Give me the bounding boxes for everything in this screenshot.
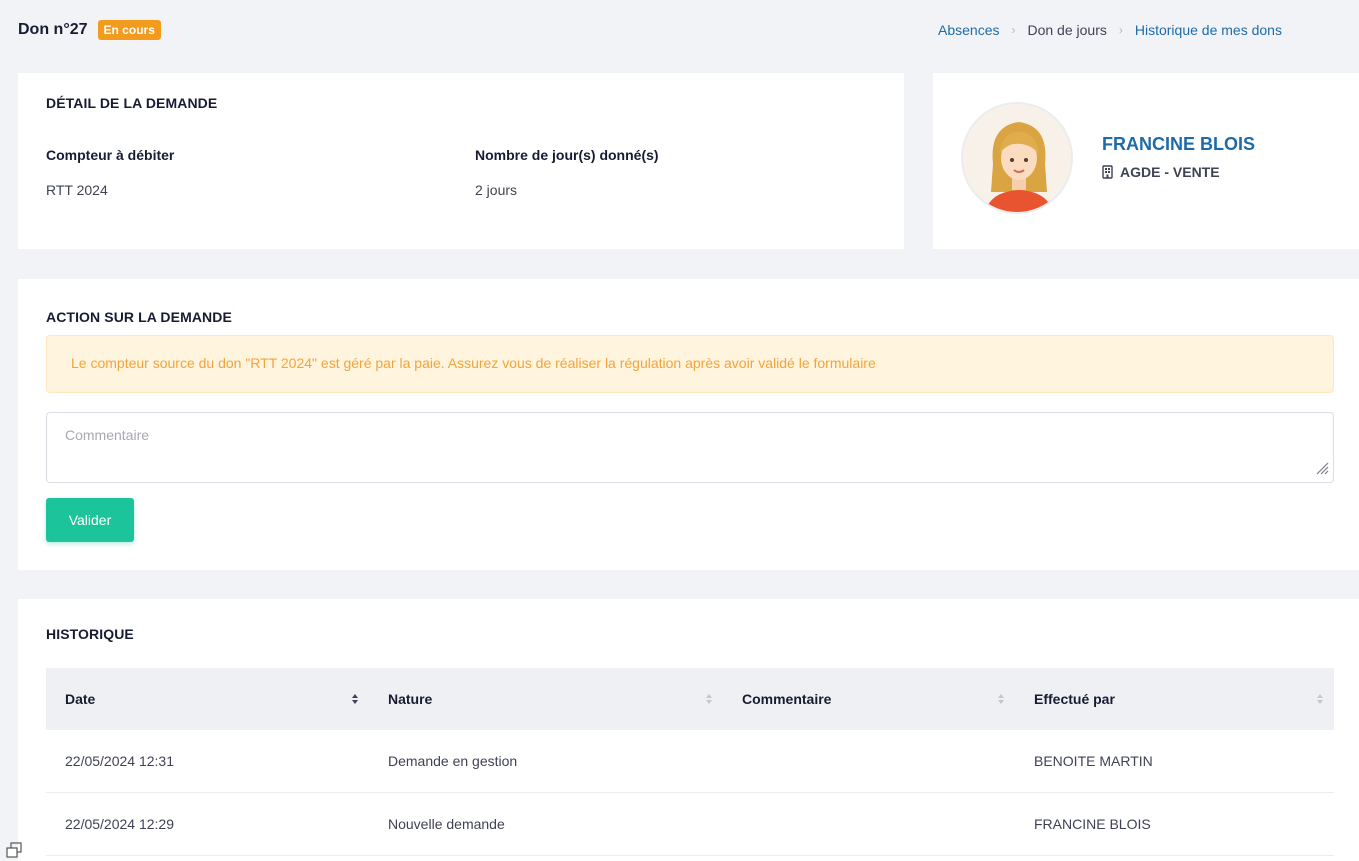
sort-icon [351, 692, 359, 708]
table-row: 22/05/2024 12:31 Demande en gestion BENO… [46, 730, 1334, 793]
avatar-illustration [963, 104, 1071, 212]
avatar [961, 102, 1073, 214]
column-header-label: Date [65, 691, 96, 707]
sort-icon [1316, 692, 1324, 708]
cell-date: 22/05/2024 12:31 [65, 753, 174, 769]
days-label: Nombre de jour(s) donné(s) [475, 147, 659, 163]
resize-handle-icon[interactable] [1313, 459, 1329, 478]
column-header-date[interactable]: Date [46, 668, 369, 730]
column-header-label: Commentaire [742, 691, 832, 707]
history-table: Date Nature Commentaire Effectué par 22/… [46, 668, 1334, 856]
breadcrumb-don-de-jours[interactable]: Don de jours [1027, 22, 1106, 38]
profile-name[interactable]: FRANCINE BLOIS [1102, 134, 1255, 155]
column-header-nature[interactable]: Nature [369, 668, 723, 730]
profile-site: AGDE - VENTE [1102, 164, 1220, 180]
submit-button[interactable]: Valider [46, 498, 134, 542]
status-badge: En cours [97, 20, 161, 40]
comment-textarea[interactable]: Commentaire [46, 412, 1334, 483]
comment-placeholder: Commentaire [65, 427, 150, 443]
page-title-text: Don n°27 [18, 21, 88, 38]
days-value: 2 jours [475, 182, 518, 198]
warning-alert: Le compteur source du don "RTT 2024" est… [46, 335, 1334, 393]
breadcrumb: Absences › Don de jours › Historique de … [938, 22, 1282, 38]
cell-nature: Demande en gestion [388, 753, 518, 769]
column-header-commentaire[interactable]: Commentaire [723, 668, 1015, 730]
table-row: 22/05/2024 12:29 Nouvelle demande FRANCI… [46, 793, 1334, 856]
column-header-label: Nature [388, 691, 433, 707]
profile-site-text: AGDE - VENTE [1120, 164, 1220, 180]
table-header: Date Nature Commentaire Effectué par [46, 668, 1334, 730]
column-header-label: Effectué par [1034, 691, 1115, 707]
action-card: ACTION SUR LA DEMANDE Le compteur source… [18, 279, 1359, 570]
breadcrumb-absences[interactable]: Absences [938, 22, 999, 38]
building-icon [1102, 165, 1114, 179]
history-card: HISTORIQUE Date Nature Commentaire Effec… [18, 599, 1359, 861]
counter-value: RTT 2024 [46, 182, 108, 198]
cell-date: 22/05/2024 12:29 [65, 816, 174, 832]
chevron-right-icon: › [1011, 23, 1016, 37]
counter-label: Compteur à débiter [46, 147, 175, 163]
cell-by: FRANCINE BLOIS [1034, 816, 1151, 832]
sort-icon [705, 692, 713, 708]
detail-section-title: DÉTAIL DE LA DEMANDE [46, 95, 218, 111]
profile-card: FRANCINE BLOIS AGDE - VENTE [933, 73, 1359, 249]
window-restore-icon[interactable] [6, 842, 22, 861]
sort-icon [997, 692, 1005, 708]
page-title: Don n°27 En cours [18, 20, 161, 40]
top-bar: Don n°27 En cours Absences › Don de jour… [0, 0, 1359, 64]
cell-nature: Nouvelle demande [388, 816, 505, 832]
breadcrumb-historique[interactable]: Historique de mes dons [1135, 22, 1282, 38]
detail-card: DÉTAIL DE LA DEMANDE Compteur à débiter … [18, 73, 904, 249]
cell-by: BENOITE MARTIN [1034, 753, 1153, 769]
chevron-right-icon: › [1118, 23, 1123, 37]
history-section-title: HISTORIQUE [46, 626, 134, 642]
action-section-title: ACTION SUR LA DEMANDE [46, 309, 232, 325]
column-header-effectue-par[interactable]: Effectué par [1015, 668, 1334, 730]
